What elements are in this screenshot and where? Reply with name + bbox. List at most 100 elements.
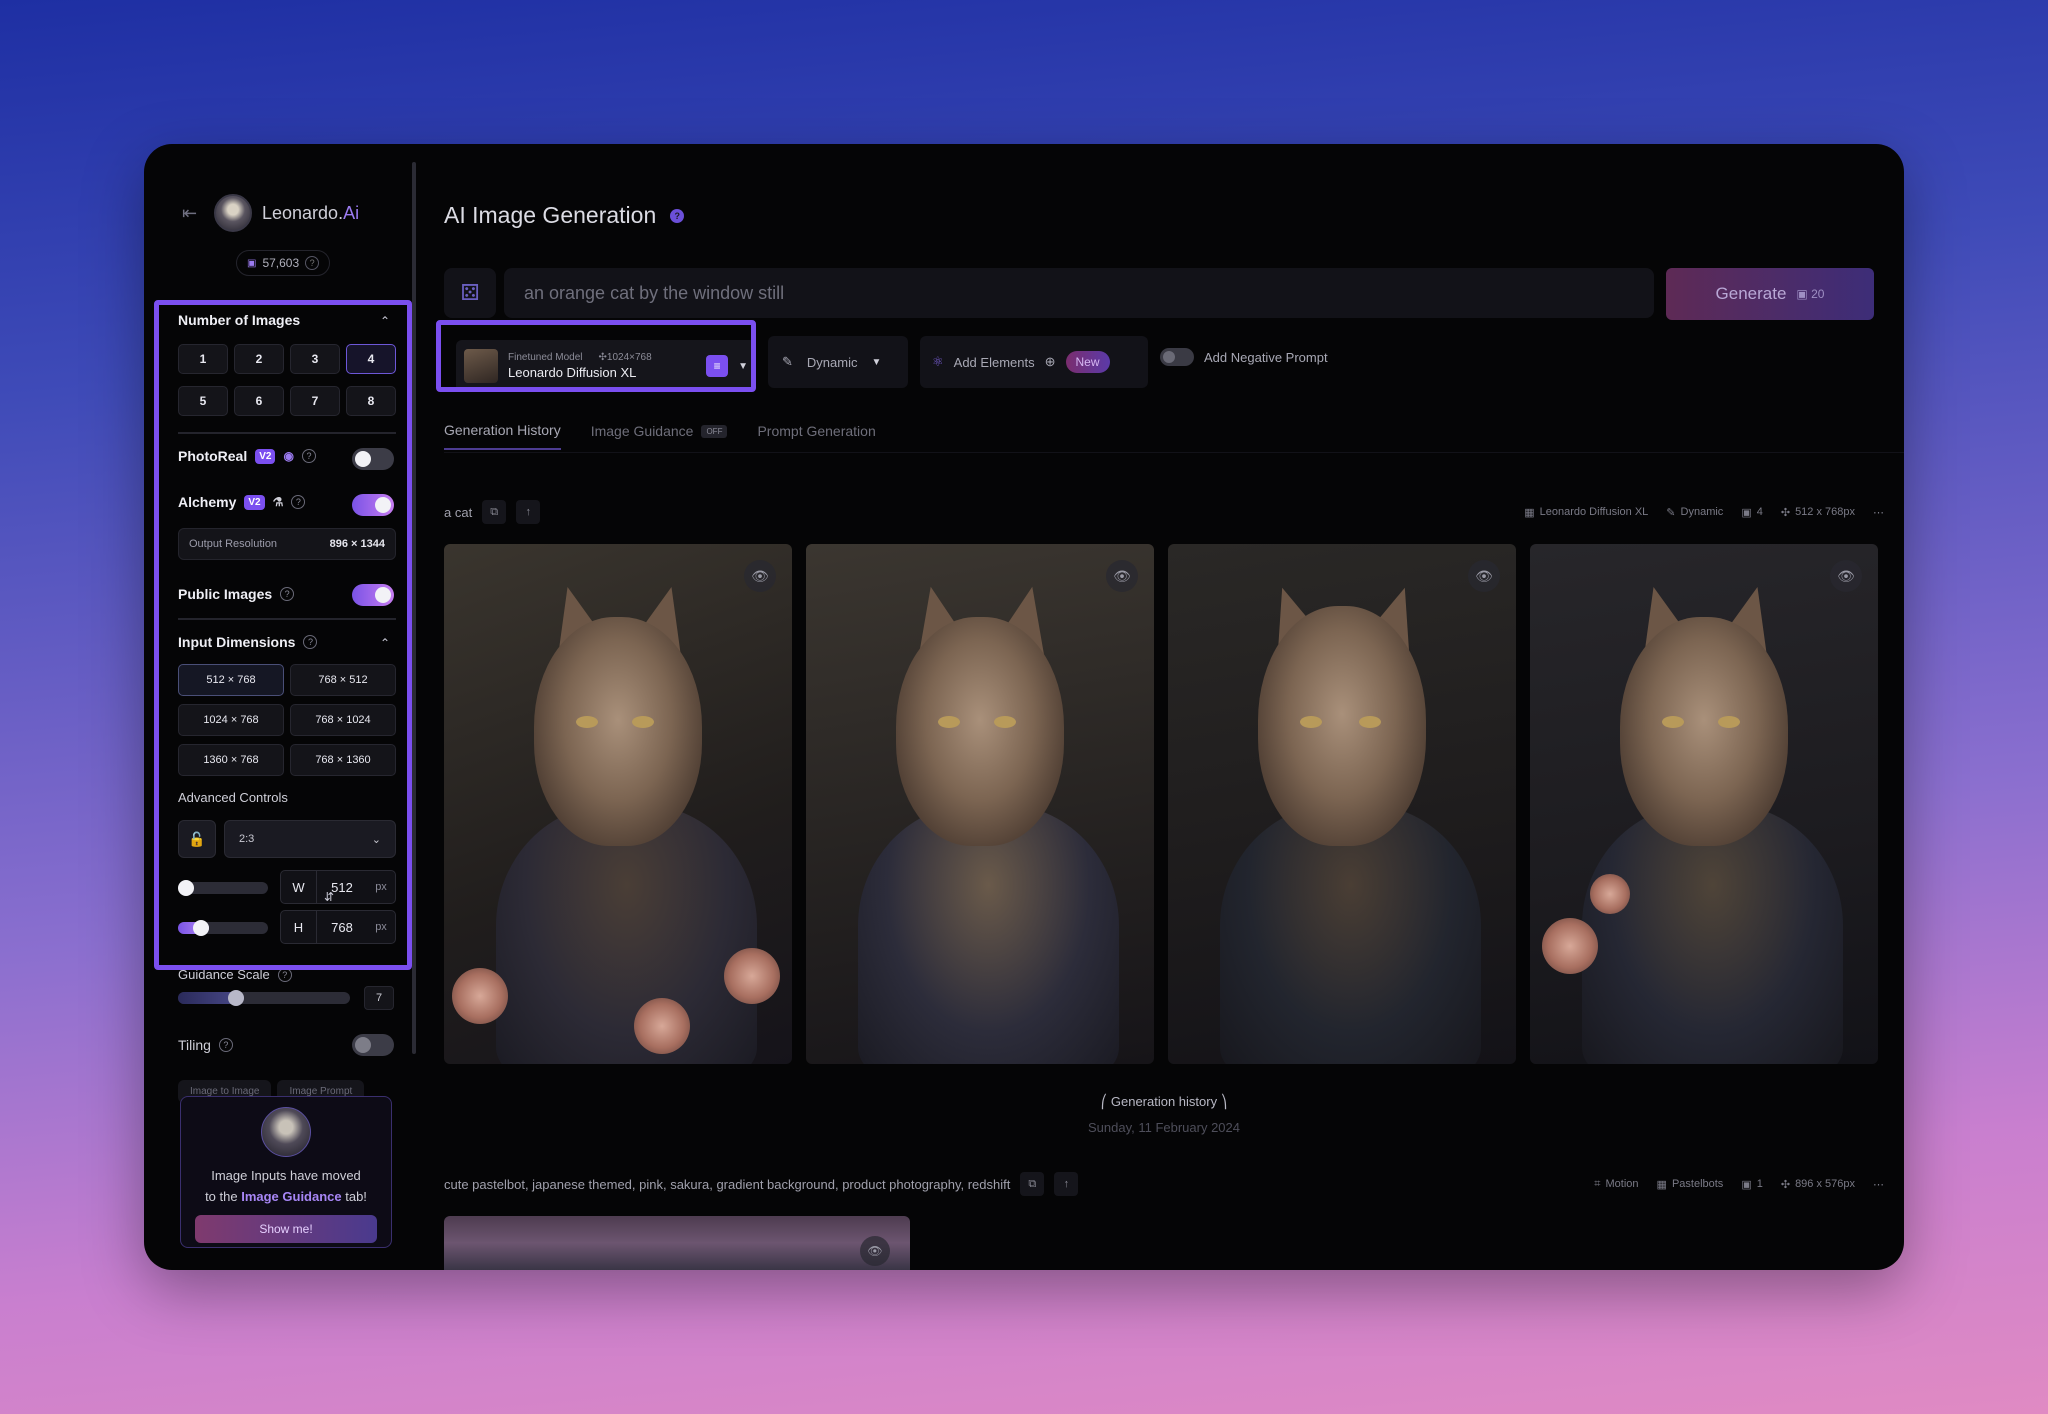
help-icon[interactable]: ? bbox=[280, 587, 295, 601]
collapse-chevron-icon[interactable]: ⌃ bbox=[380, 636, 390, 650]
height-slider-handle[interactable] bbox=[193, 920, 209, 936]
number-of-images-option[interactable]: 1 bbox=[178, 344, 228, 374]
copy-icon[interactable]: ⧉ bbox=[482, 500, 507, 524]
aspect-lock-button[interactable]: 🔓 bbox=[178, 820, 216, 858]
number-of-images-option[interactable]: 7 bbox=[290, 386, 340, 416]
negative-prompt-row[interactable]: Add Negative Prompt bbox=[1160, 348, 1328, 366]
help-icon[interactable]: ? bbox=[670, 208, 685, 223]
image-guidance-link[interactable]: Image Guidance bbox=[241, 1189, 341, 1204]
output-resolution-value: 896 × 1344 bbox=[329, 538, 385, 550]
generated-image[interactable]: 👁 bbox=[1168, 544, 1516, 1064]
alchemy-version-badge: V2 bbox=[244, 494, 265, 510]
prompt-input[interactable] bbox=[504, 268, 1654, 318]
collapse-chevron-icon[interactable]: ⌃ bbox=[380, 314, 390, 328]
guidance-scale-value[interactable]: 7 bbox=[364, 986, 394, 1010]
photoreal-toggle[interactable] bbox=[352, 448, 394, 470]
number-of-images-option[interactable]: 4 bbox=[346, 344, 396, 374]
back-arrow-icon[interactable]: ⇤ bbox=[182, 203, 204, 224]
public-images-toggle[interactable] bbox=[352, 584, 394, 606]
input-dimension-option[interactable]: 1360 × 768 bbox=[178, 744, 284, 776]
generation-prompt: a cat bbox=[444, 504, 473, 520]
eye-icon[interactable]: 👁 bbox=[860, 1236, 890, 1266]
generation-prompt: cute pastelbot, japanese themed, pink, s… bbox=[444, 1176, 1011, 1192]
generated-image[interactable]: 👁 bbox=[444, 544, 792, 1064]
reuse-prompt-icon[interactable]: ↑ bbox=[1054, 1172, 1079, 1196]
eye-icon[interactable]: 👁 bbox=[1106, 560, 1138, 592]
height-field[interactable]: H 768 px bbox=[280, 910, 396, 944]
tab-generation-history[interactable]: Generation History bbox=[444, 422, 561, 450]
help-icon[interactable]: ? bbox=[305, 256, 320, 270]
width-label: W bbox=[281, 871, 317, 903]
guidance-scale-handle[interactable] bbox=[228, 990, 244, 1006]
more-options-icon[interactable]: ⋯ bbox=[1873, 506, 1884, 519]
eye-icon[interactable]: 👁 bbox=[1830, 560, 1862, 592]
camera-icon: ◉ bbox=[283, 449, 294, 463]
model-sub-label: Finetuned Model bbox=[508, 352, 583, 363]
width-slider-handle[interactable] bbox=[178, 880, 194, 896]
generated-image[interactable]: 👁 bbox=[1530, 544, 1878, 1064]
model-selector[interactable]: Finetuned Model ✣1024×768 Leonardo Diffus… bbox=[456, 340, 756, 392]
style-selector[interactable]: ✎ Dynamic ▼ bbox=[768, 336, 908, 388]
tiling-toggle[interactable] bbox=[352, 1034, 394, 1056]
input-dimension-option[interactable]: 512 × 768 bbox=[178, 664, 284, 696]
help-icon[interactable]: ? bbox=[303, 635, 318, 649]
app-window: ⇤ Leonardo.Ai ▣ 57,603 ? Number of Image… bbox=[144, 144, 1904, 1270]
help-icon[interactable]: ? bbox=[277, 967, 292, 982]
negative-prompt-label: Add Negative Prompt bbox=[1204, 349, 1328, 365]
off-badge: OFF bbox=[701, 424, 728, 438]
input-dimension-option[interactable]: 768 × 512 bbox=[290, 664, 396, 696]
show-me-button[interactable]: Show me! bbox=[195, 1215, 377, 1243]
height-unit: px bbox=[375, 921, 387, 933]
number-of-images-option[interactable]: 2 bbox=[234, 344, 284, 374]
random-prompt-dice-icon[interactable]: ⚄ bbox=[444, 268, 496, 318]
generated-image[interactable]: 👁 bbox=[444, 1216, 910, 1270]
number-of-images-option[interactable]: 3 bbox=[290, 344, 340, 374]
number-of-images-option[interactable]: 8 bbox=[346, 386, 396, 416]
guidance-scale-slider[interactable] bbox=[178, 990, 350, 1006]
swap-dimensions-icon[interactable]: ⇵ bbox=[324, 890, 334, 904]
tab-image-guidance[interactable]: Image Guidance OFF bbox=[591, 422, 728, 450]
token-icon: ▣ bbox=[247, 257, 257, 269]
input-dimension-option[interactable]: 1024 × 768 bbox=[178, 704, 284, 736]
model-details-icon[interactable]: ≡ bbox=[706, 355, 729, 377]
generate-button[interactable]: Generate ▣ 20 bbox=[1666, 268, 1874, 320]
plus-circle-icon: ⊕ bbox=[1044, 354, 1056, 369]
add-elements-label: Add Elements bbox=[953, 354, 1035, 370]
generated-image[interactable]: 👁 bbox=[806, 544, 1154, 1064]
chevron-down-icon: ⌄ bbox=[371, 833, 381, 846]
copy-icon[interactable]: ⧉ bbox=[1020, 1172, 1045, 1196]
input-dimension-option[interactable]: 768 × 1360 bbox=[290, 744, 396, 776]
eye-icon[interactable]: 👁 bbox=[744, 560, 776, 592]
new-badge: New bbox=[1065, 351, 1110, 373]
height-slider[interactable] bbox=[178, 920, 268, 936]
help-icon[interactable]: ? bbox=[218, 1038, 233, 1052]
number-of-images-option[interactable]: 6 bbox=[234, 386, 284, 416]
main-panel: AI Image Generation ? ⚄ Generate ▣ 20 Fi… bbox=[436, 144, 1904, 1270]
alchemy-toggle[interactable] bbox=[352, 494, 394, 516]
tab-prompt-generation[interactable]: Prompt Generation bbox=[757, 422, 875, 450]
sidebar-scrollbar[interactable] bbox=[412, 162, 416, 1054]
help-icon[interactable]: ? bbox=[301, 449, 316, 463]
height-label: H bbox=[281, 911, 317, 943]
generation-count: ▣ 1 bbox=[1741, 1178, 1763, 1191]
height-value[interactable]: 768 bbox=[317, 920, 367, 935]
tiling-label: Tiling bbox=[178, 1037, 211, 1053]
output-resolution: Output Resolution 896 × 1344 bbox=[178, 528, 396, 560]
number-of-images-option[interactable]: 5 bbox=[178, 386, 228, 416]
aspect-ratio-select[interactable]: 2:3 ⌄ bbox=[224, 820, 396, 858]
width-slider[interactable] bbox=[178, 880, 268, 896]
model-dims: ✣1024×768 bbox=[598, 352, 652, 363]
public-images-label: Public Images bbox=[178, 586, 273, 602]
more-options-icon[interactable]: ⋯ bbox=[1873, 1178, 1884, 1191]
add-elements-button[interactable]: ⚛ Add Elements ⊕ New bbox=[920, 336, 1148, 388]
reuse-prompt-icon[interactable]: ↑ bbox=[516, 500, 541, 524]
tabs-divider bbox=[444, 452, 1904, 453]
input-dimension-option[interactable]: 768 × 1024 bbox=[290, 704, 396, 736]
generation-size: ✣ 896 x 576px bbox=[1780, 1178, 1855, 1191]
eye-icon[interactable]: 👁 bbox=[1468, 560, 1500, 592]
width-field[interactable]: W 512 px bbox=[280, 870, 396, 904]
generate-label: Generate bbox=[1715, 284, 1787, 303]
token-balance[interactable]: ▣ 57,603 ? bbox=[236, 250, 331, 276]
negative-prompt-toggle[interactable] bbox=[1160, 348, 1194, 366]
help-icon[interactable]: ? bbox=[291, 495, 306, 509]
